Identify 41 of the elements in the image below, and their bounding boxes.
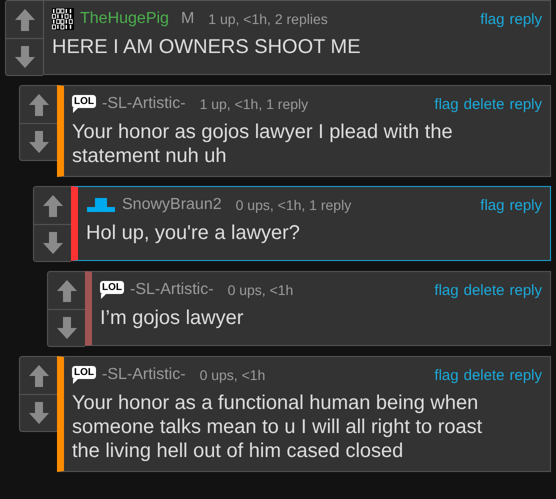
action-link[interactable]: flag bbox=[434, 96, 459, 112]
action-link[interactable]: reply bbox=[509, 366, 542, 384]
username-link[interactable]: -SL-Artistic- bbox=[102, 95, 186, 113]
binary-badge-icon bbox=[52, 8, 74, 30]
comment-meta: 1 up, <1h, 2 replies bbox=[208, 11, 328, 27]
action-link[interactable]: flag bbox=[480, 196, 504, 214]
action-link[interactable]: delete bbox=[464, 282, 504, 298]
up-arrow-icon bbox=[28, 92, 50, 116]
action-link[interactable]: reply bbox=[509, 282, 542, 298]
comment-text: Your honor as gojos lawyer I plead with the statement nuh uh bbox=[72, 120, 454, 168]
up-arrow-icon bbox=[14, 8, 36, 32]
comment-meta: 0 ups, <1h bbox=[228, 282, 294, 298]
down-arrow-icon bbox=[56, 316, 78, 340]
down-arrow-icon bbox=[14, 45, 36, 69]
action-link[interactable]: reply bbox=[509, 196, 542, 214]
mod-mark: M bbox=[180, 10, 194, 28]
comment-text: Hol up, you're a lawyer? bbox=[86, 221, 301, 245]
comment-text: Your honor as a functional human being when someone talks mean to u I will all right to roast the living hell out of him cased closed bbox=[72, 391, 484, 463]
action-link[interactable]: flag bbox=[434, 366, 459, 384]
username-link[interactable]: -SL-Artistic- bbox=[102, 366, 186, 384]
username-link[interactable]: TheHugePig bbox=[80, 10, 169, 28]
up-arrow-icon bbox=[42, 194, 64, 218]
up-arrow-icon bbox=[56, 278, 78, 302]
comment-meta: 1 up, <1h, 1 reply bbox=[200, 96, 308, 112]
comment-text: HERE I AM OWNERS SHOOT ME bbox=[52, 35, 362, 59]
action-link[interactable]: flag bbox=[480, 10, 504, 28]
action-link[interactable]: delete bbox=[464, 96, 504, 112]
hat-icon bbox=[86, 198, 116, 212]
action-link[interactable]: delete bbox=[464, 366, 504, 384]
comment-meta: 0 ups, <1h bbox=[200, 367, 266, 383]
comment-meta: 0 ups, <1h, 1 reply bbox=[236, 197, 352, 213]
down-arrow-icon bbox=[28, 401, 50, 425]
action-link[interactable]: reply bbox=[509, 10, 542, 28]
username-link[interactable]: SnowyBraun2 bbox=[122, 196, 222, 214]
up-arrow-icon bbox=[28, 364, 50, 388]
action-link[interactable]: flag bbox=[434, 282, 459, 298]
action-link[interactable]: reply bbox=[509, 96, 542, 112]
comment-text: I’m gojos lawyer bbox=[100, 306, 244, 330]
down-arrow-icon bbox=[42, 231, 64, 255]
username-link[interactable]: -SL-Artistic- bbox=[130, 281, 214, 299]
down-arrow-icon bbox=[28, 130, 50, 154]
